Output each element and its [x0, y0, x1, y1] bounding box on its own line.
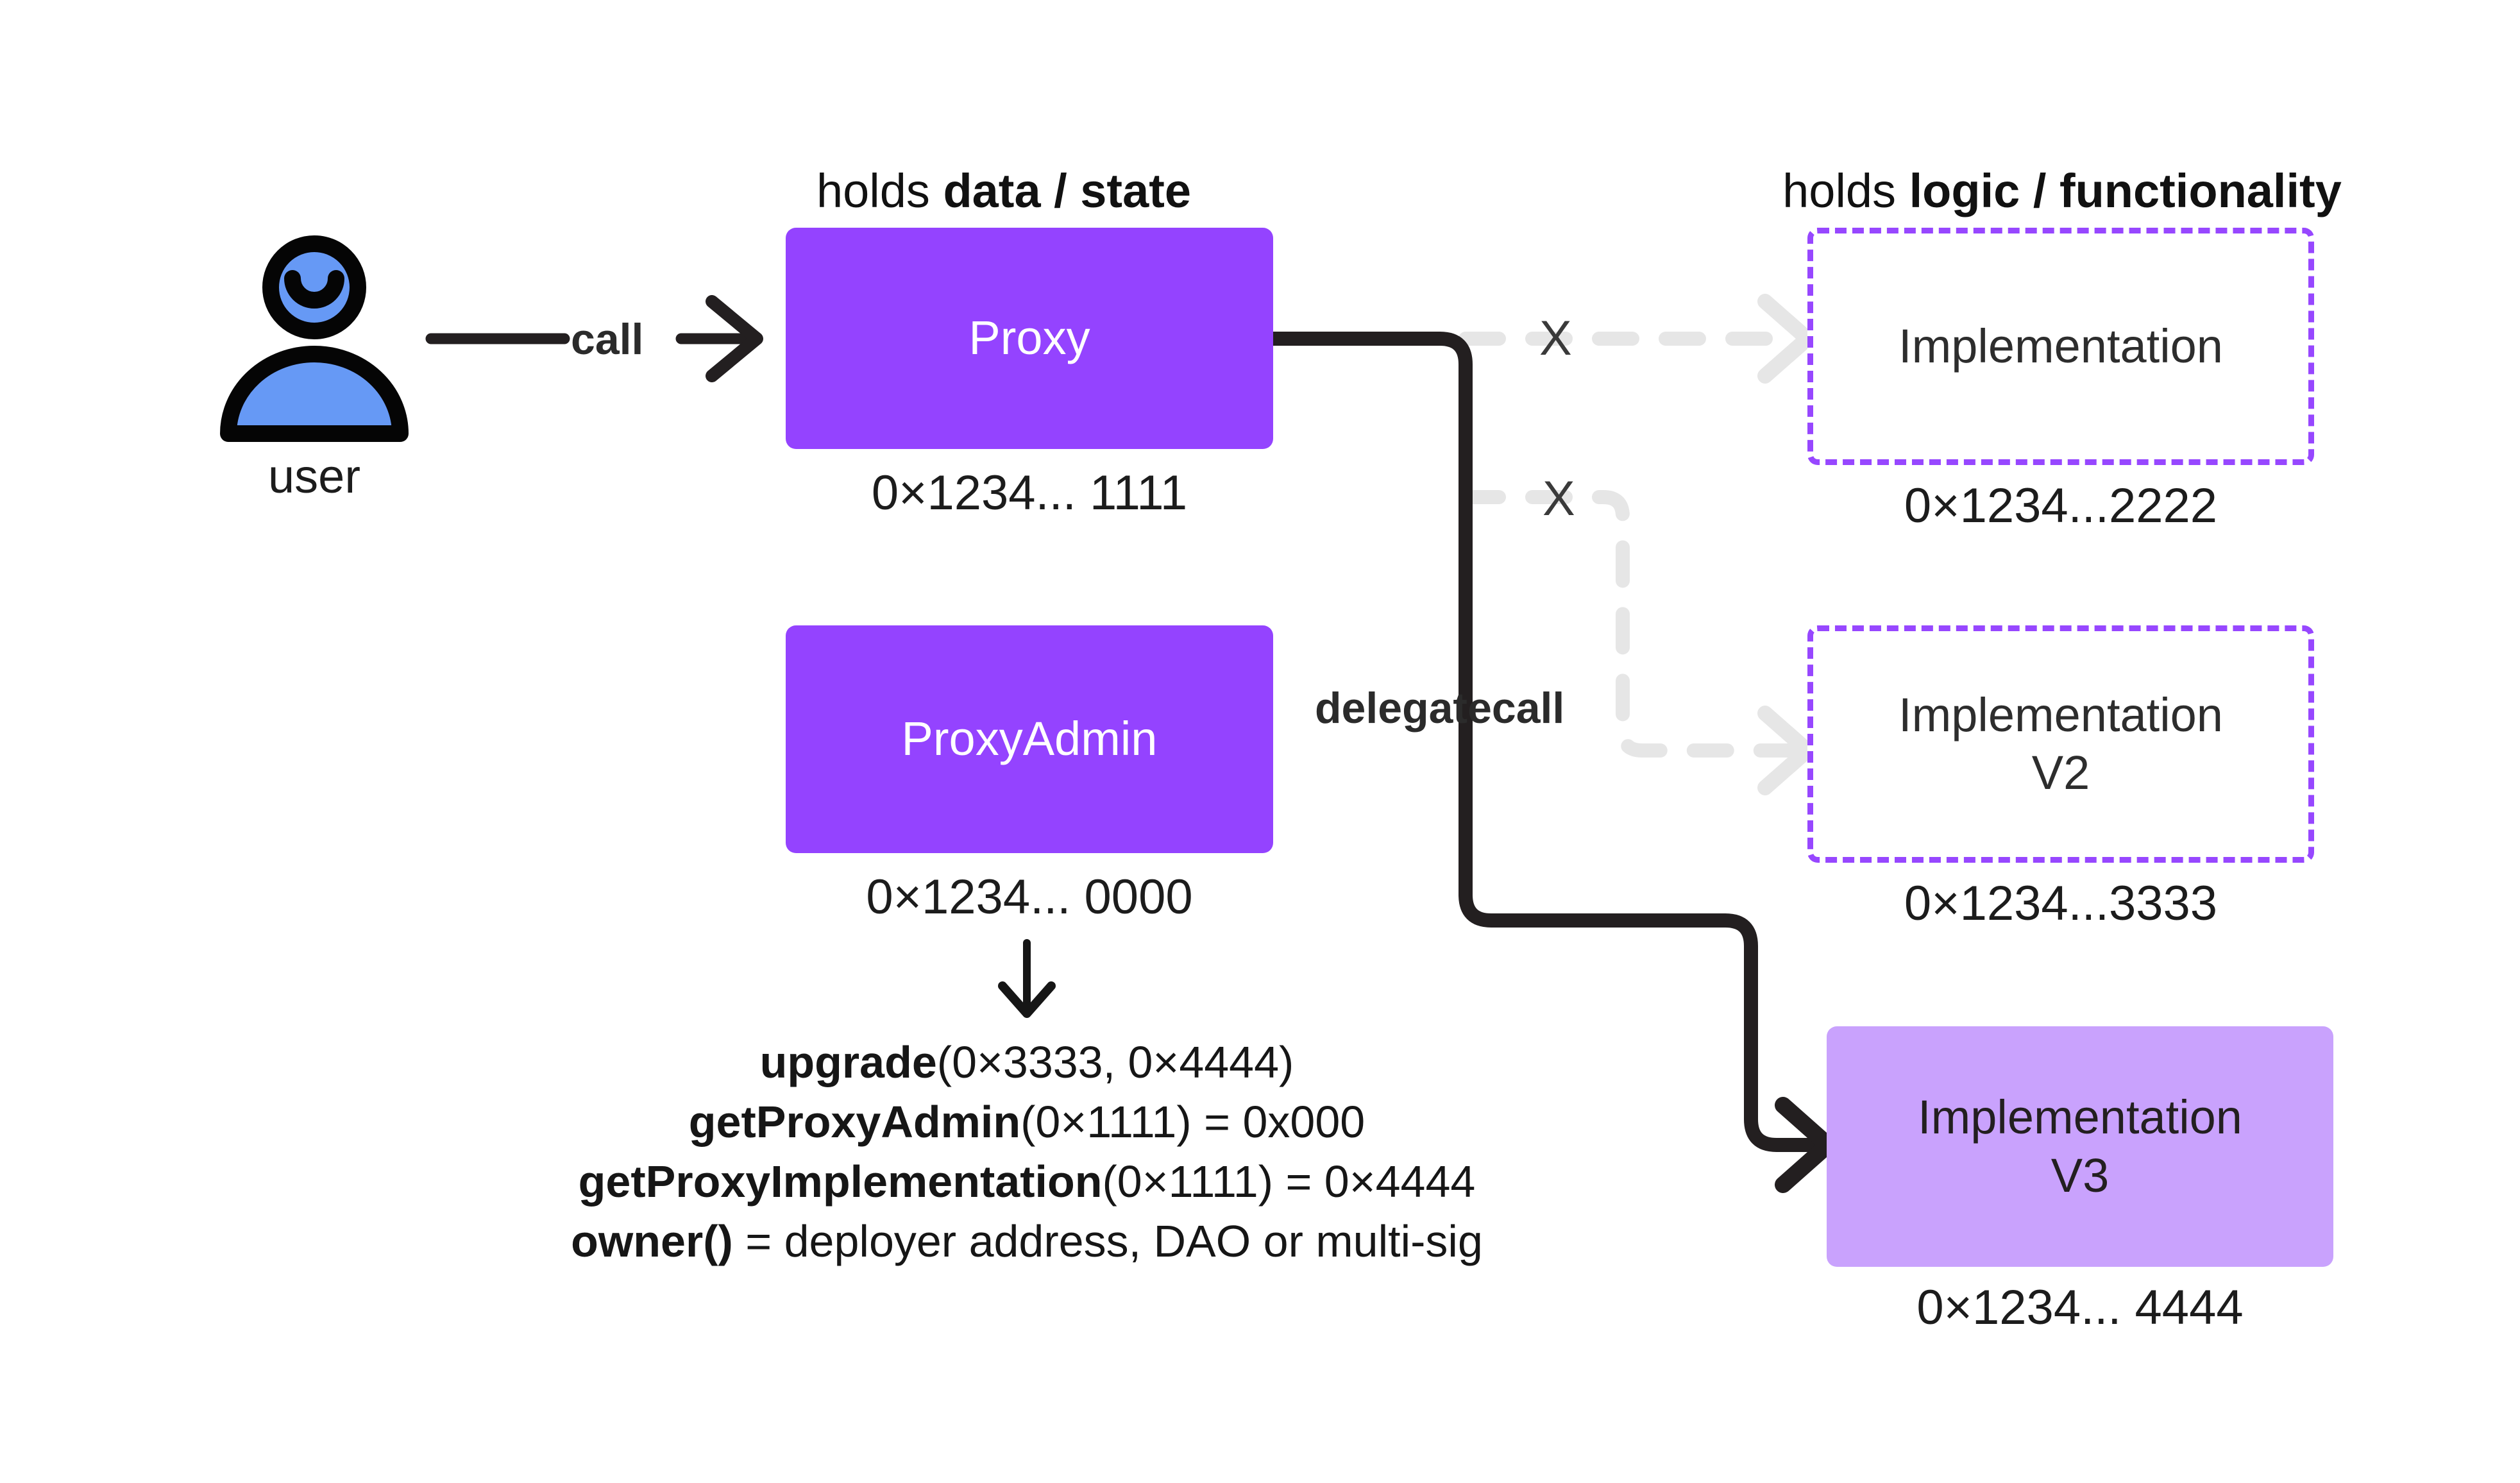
node-implementation-v2-label-line1: Implementation: [1898, 688, 2223, 742]
user-label: user: [268, 450, 360, 503]
node-implementation[interactable]: Implementation: [1807, 228, 2314, 465]
function-name: owner(): [571, 1216, 733, 1267]
function-args: (0×1111) = 0×4444: [1102, 1157, 1476, 1207]
node-implementation-v3-label-line2: V3: [2051, 1148, 2110, 1202]
node-implementation-label: Implementation: [1898, 319, 2223, 373]
node-implementation-v2-address: 0×1234...3333: [1904, 876, 2218, 931]
diagram-canvas: user holds data / state holds logic / fu…: [0, 0, 2520, 1483]
function-name: upgrade: [759, 1037, 937, 1087]
user-avatar-icon: [220, 235, 409, 442]
node-proxy-label: Proxy: [968, 311, 1090, 365]
edge-label-call: call: [571, 315, 644, 364]
node-proxy[interactable]: Proxy: [786, 228, 1273, 449]
edge-inactive-implementation: [1459, 294, 1815, 384]
node-implementation-v3-label-line1: Implementation: [1918, 1090, 2242, 1144]
node-proxy-address: 0×1234... 1111: [871, 466, 1188, 520]
x-mark-implementation: X: [1539, 311, 1572, 366]
function-args: = deployer address, DAO or multi-sig: [732, 1216, 1483, 1267]
node-implementation-v2-label-line2: V2: [2031, 746, 2090, 799]
node-implementation-v2[interactable]: Implementation V2: [1807, 625, 2314, 863]
x-mark-implementation-v2: X: [1543, 471, 1575, 526]
node-proxy-admin-label: ProxyAdmin: [901, 712, 1158, 766]
node-proxy-admin-address: 0×1234... 0000: [866, 870, 1193, 924]
edge-admin-functions: [998, 939, 1056, 1018]
caption-right-plain: holds: [1782, 164, 1909, 217]
node-implementation-v3[interactable]: Implementation V3: [1827, 1026, 2333, 1267]
edge-label-delegatecall: delegatecall: [1315, 684, 1565, 733]
function-args: (0×1111) = 0x000: [1020, 1097, 1366, 1148]
node-implementation-v3-address: 0×1234... 4444: [1916, 1280, 2244, 1335]
proxy-admin-function-list: upgrade(0×3333, 0×4444) getProxyAdmin(0×…: [385, 1033, 1668, 1271]
function-name: getProxyAdmin: [688, 1097, 1021, 1148]
caption-left-plain: holds: [816, 164, 943, 217]
function-name: getProxyImplementation: [578, 1157, 1103, 1207]
function-line: upgrade(0×3333, 0×4444): [385, 1033, 1668, 1092]
caption-holds-logic-functionality: holds logic / functionality: [1735, 164, 2389, 218]
caption-right-bold: logic / functionality: [1909, 164, 2342, 217]
function-line: getProxyImplementation(0×1111) = 0×4444: [385, 1152, 1668, 1212]
edge-inactive-implementation-v2: [1459, 490, 1815, 795]
function-line: getProxyAdmin(0×1111) = 0x000: [385, 1092, 1668, 1152]
caption-holds-data-state: holds data / state: [741, 164, 1267, 218]
node-implementation-address: 0×1234...2222: [1904, 479, 2218, 533]
function-args: (0×3333, 0×4444): [936, 1037, 1294, 1087]
node-proxy-admin[interactable]: ProxyAdmin: [786, 625, 1273, 853]
caption-left-bold: data / state: [943, 164, 1192, 217]
function-line: owner() = deployer address, DAO or multi…: [385, 1212, 1668, 1271]
